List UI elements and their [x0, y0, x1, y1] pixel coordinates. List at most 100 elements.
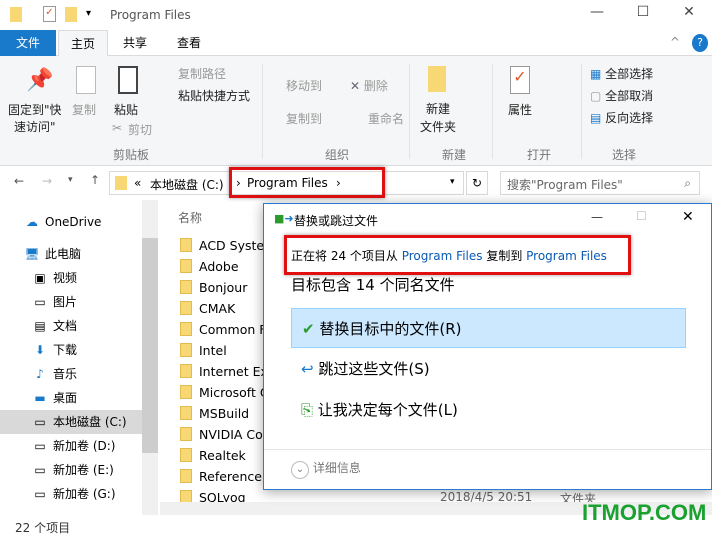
copy-button[interactable]: 复制 — [72, 101, 96, 118]
group-clipboard: 剪贴板 — [113, 148, 150, 162]
scissors-icon: ✂ — [112, 121, 123, 135]
collapse-ribbon-icon[interactable]: ^ — [670, 35, 680, 49]
skip-arrow-icon: ↩ — [301, 360, 319, 378]
properties-quick-icon[interactable]: ✓ — [43, 6, 56, 22]
select-none-button[interactable]: ▢ 全部取消 — [590, 87, 653, 104]
divider — [264, 449, 711, 450]
file-row[interactable]: Common F — [180, 319, 266, 340]
group-new: 新建 — [442, 148, 467, 162]
breadcrumb-drive[interactable]: 本地磁盘 (C:) — [150, 176, 224, 193]
nav-this-pc[interactable]: 🖥 此电脑 — [0, 242, 142, 266]
tab-view[interactable]: 查看 — [164, 30, 214, 56]
decide-option[interactable]: ⎘ 让我决定每个文件(L) — [291, 390, 686, 430]
tab-home[interactable]: 主页 — [58, 30, 108, 57]
file-row[interactable]: Reference A — [180, 466, 274, 487]
copy-to-button[interactable]: 复制到 — [286, 110, 322, 127]
nav-pictures[interactable]: ▭ 图片 — [0, 290, 142, 314]
forward-icon[interactable]: → — [42, 174, 52, 188]
navigation-pane: ☁ OneDrive 🖥 此电脑 ▣ 视频 ▭ 图片 ▤ 文档 ⬇ 下载 ♪ 音乐 ▬ 桌面 ▭… — [0, 200, 158, 515]
file-row[interactable]: CMAK — [180, 298, 235, 319]
file-name: Microsoft O — [199, 385, 270, 400]
file-name: ACD Systen — [199, 238, 273, 253]
file-row[interactable]: Internet Exp — [180, 361, 276, 382]
file-row[interactable]: Microsoft O — [180, 382, 270, 403]
properties-button[interactable]: 属性 — [508, 101, 532, 118]
column-header-name[interactable]: 名称 — [178, 209, 202, 226]
paste-icon — [118, 66, 138, 94]
pin-quick-access-button[interactable]: 固定到"快 — [8, 101, 62, 118]
new-folder-quick-icon[interactable] — [65, 7, 77, 22]
scroll-thumb[interactable] — [142, 238, 158, 453]
ribbon-tabs: 文件 主页 共享 查看 ^ ? — [0, 30, 712, 57]
dialog-minimize-button[interactable]: — — [591, 210, 603, 224]
folder-icon — [180, 343, 192, 357]
folder-icon — [180, 322, 192, 336]
nav-scrollbar[interactable] — [142, 200, 158, 515]
copy-arrow-icon: ■➜ — [274, 212, 294, 225]
copy-icon — [76, 66, 96, 94]
back-icon[interactable]: ← — [14, 174, 24, 188]
nav-documents[interactable]: ▤ 文档 — [0, 314, 142, 338]
recent-dropdown-icon[interactable]: ▾ — [68, 175, 73, 185]
computer-icon: 🖥 — [24, 247, 40, 261]
search-input[interactable]: 搜索"Program Files" ⌕ — [500, 171, 700, 195]
refresh-icon[interactable]: ↻ — [466, 171, 488, 195]
folder-icon — [180, 385, 192, 399]
address-dropdown-icon[interactable]: ▾ — [450, 177, 455, 187]
tab-file[interactable]: 文件 — [0, 30, 56, 56]
dialog-title: 替换或跳过文件 — [294, 214, 379, 228]
file-row[interactable]: NVIDIA Co — [180, 424, 263, 445]
nav-drive-c[interactable]: ▭ 本地磁盘 (C:) — [0, 410, 142, 434]
nav-drive-e[interactable]: ▭ 新加卷 (E:) — [0, 458, 142, 482]
replace-option[interactable]: ✔ 替换目标中的文件(R) — [291, 308, 686, 348]
file-name: CMAK — [199, 301, 236, 316]
minimize-button[interactable]: — — [582, 4, 612, 26]
video-icon: ▣ — [34, 271, 46, 285]
skip-option[interactable]: ↩ 跳过这些文件(S) — [291, 349, 686, 389]
file-row[interactable]: Adobe — [180, 256, 239, 277]
dialog-close-button[interactable]: ✕ — [682, 209, 694, 225]
file-row[interactable]: MSBuild — [180, 403, 249, 424]
grid-icon: ▦ — [590, 67, 606, 81]
move-to-button[interactable]: 移动到 — [286, 77, 322, 94]
delete-button[interactable]: ✕ 删除 — [350, 77, 388, 94]
nav-drive-d[interactable]: ▭ 新加卷 (D:) — [0, 434, 142, 458]
paste-button[interactable]: 粘贴 — [114, 101, 138, 118]
properties-icon: ✓ — [510, 66, 530, 94]
invert-selection-button[interactable]: ▤ 反向选择 — [590, 109, 653, 126]
x-icon: ✕ — [350, 79, 364, 93]
folder-icon — [180, 238, 192, 252]
copy-path-button[interactable]: 复制路径 — [178, 65, 226, 82]
file-row[interactable]: Realtek — [180, 445, 246, 466]
divider — [409, 64, 410, 159]
maximize-button[interactable]: ☐ — [628, 4, 658, 26]
overflow-chevron[interactable]: « — [134, 176, 141, 190]
up-icon[interactable]: ↑ — [90, 173, 100, 187]
file-row[interactable]: Intel — [180, 340, 227, 361]
file-compare-icon: ⎘ — [301, 401, 318, 419]
tab-share[interactable]: 共享 — [112, 30, 158, 56]
nav-videos[interactable]: ▣ 视频 — [0, 266, 142, 290]
file-row[interactable]: ACD Systen — [180, 235, 272, 256]
help-icon[interactable]: ? — [692, 34, 708, 52]
rename-button[interactable]: 重命名 — [368, 110, 404, 127]
drive-icon: ▭ — [34, 487, 46, 501]
nav-music[interactable]: ♪ 音乐 — [0, 362, 142, 386]
divider — [492, 64, 493, 159]
nav-onedrive[interactable]: ☁ OneDrive — [0, 210, 142, 234]
select-all-button[interactable]: ▦ 全部选择 — [590, 65, 653, 82]
file-name: Realtek — [199, 448, 246, 463]
details-toggle[interactable]: ⌄ 详细信息 — [291, 459, 361, 479]
nav-downloads[interactable]: ⬇ 下载 — [0, 338, 142, 362]
customize-dropdown-icon[interactable]: ▾ — [86, 8, 91, 19]
close-button[interactable]: ✕ — [674, 4, 704, 26]
file-row[interactable]: Bonjour — [180, 277, 247, 298]
file-name: Adobe — [199, 259, 239, 274]
watermark-logo: ITMOP.COM — [582, 500, 707, 525]
nav-desktop[interactable]: ▬ 桌面 — [0, 386, 142, 410]
paste-shortcut-button[interactable]: 粘贴快捷方式 — [178, 87, 250, 104]
nav-drive-g[interactable]: ▭ 新加卷 (G:) — [0, 482, 142, 506]
documents-icon: ▤ — [34, 319, 46, 333]
cut-button[interactable]: 剪切 — [128, 121, 152, 138]
new-folder-button[interactable]: 新建 — [426, 100, 450, 117]
